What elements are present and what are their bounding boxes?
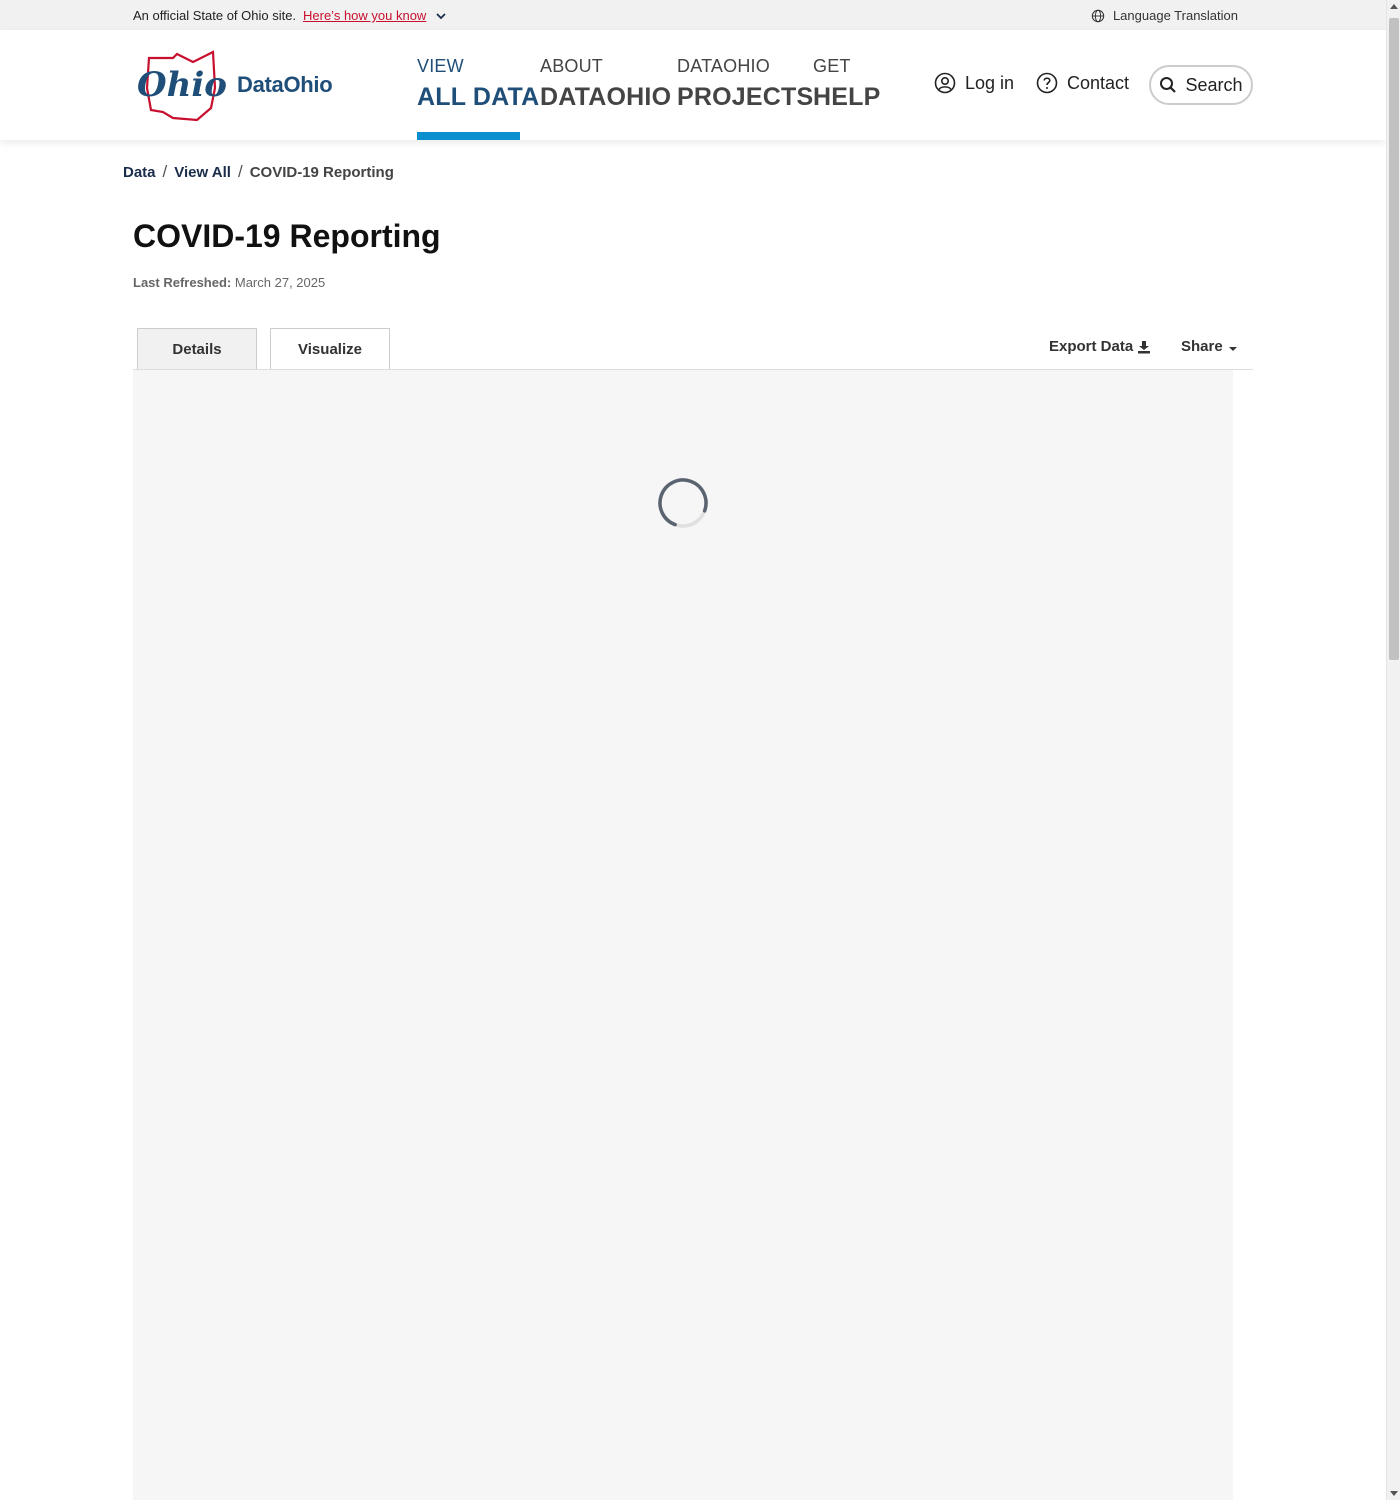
nav-item-small: GET: [813, 56, 851, 76]
ohio-logo-icon: Ohio: [137, 50, 227, 122]
ohio-script-text: Ohio: [137, 65, 227, 105]
tab-visualize[interactable]: Visualize: [270, 328, 390, 370]
contact-button[interactable]: Contact: [1036, 72, 1129, 94]
nav-get-help[interactable]: GET HELP: [813, 56, 880, 112]
export-data-button[interactable]: Export Data: [1049, 338, 1151, 355]
gov-banner: An official State of Ohio site. Here’s h…: [0, 0, 1386, 30]
breadcrumb-separator: /: [162, 162, 168, 181]
loading-spinner-icon: [658, 478, 708, 528]
chevron-down-icon[interactable]: [435, 10, 447, 22]
page-title: COVID-19 Reporting: [133, 218, 441, 254]
export-data-label: Export Data: [1049, 338, 1134, 355]
tab-details[interactable]: Details: [137, 328, 257, 370]
login-button[interactable]: Log in: [934, 72, 1014, 94]
last-refreshed-label: Last Refreshed:: [133, 275, 232, 290]
nav-item-big: HELP: [813, 83, 881, 111]
share-label: Share: [1181, 338, 1223, 355]
search-button[interactable]: Search: [1149, 65, 1253, 105]
download-icon: [1138, 340, 1151, 353]
breadcrumb: Data / View All / COVID-19 Reporting: [123, 162, 394, 182]
page-scrollbar[interactable]: [1386, 0, 1400, 1500]
nav-dataohio-projects[interactable]: DATAOHIO PROJECTS: [677, 56, 813, 112]
nav-active-indicator: [417, 132, 520, 140]
nav-item-small: DATAOHIO: [677, 56, 770, 76]
language-translation-label: Language Translation: [1112, 8, 1238, 23]
nav-item-big: DATAOHIO: [540, 83, 672, 111]
search-label: Search: [1185, 74, 1243, 95]
breadcrumb-current: COVID-19 Reporting: [249, 163, 394, 181]
dataohio-logo[interactable]: Ohio DataOhio: [133, 48, 338, 122]
last-refreshed-value: March 27, 2025: [234, 275, 326, 290]
login-label: Log in: [965, 72, 1015, 93]
gov-banner-text: An official State of Ohio site.: [133, 8, 297, 23]
search-icon: [1160, 77, 1177, 93]
language-translation-button[interactable]: Language Translation: [1091, 8, 1238, 23]
nav-item-big: PROJECTS: [677, 83, 814, 111]
question-circle-icon: [1036, 72, 1058, 94]
breadcrumb-data[interactable]: Data: [123, 164, 156, 181]
scrollbar-thumb[interactable]: [1389, 18, 1399, 660]
caret-down-icon: [1228, 346, 1237, 351]
dataohio-logo-text: DataOhio: [237, 72, 333, 97]
nav-item-small: ABOUT: [540, 56, 604, 76]
nav-item-small: VIEW: [417, 56, 464, 76]
nav-item-big: ALL DATA: [417, 83, 540, 111]
nav-about-dataohio[interactable]: ABOUT DATAOHIO: [540, 56, 671, 112]
last-refreshed: Last Refreshed: March 27, 2025: [133, 275, 325, 290]
globe-icon: [1091, 9, 1105, 22]
heres-how-you-know-link[interactable]: Here’s how you know: [303, 8, 426, 23]
scroll-down-arrow-icon[interactable]: [1390, 1491, 1398, 1496]
breadcrumb-separator: /: [237, 162, 243, 181]
contact-label: Contact: [1067, 72, 1130, 93]
nav-view-all-data[interactable]: VIEW ALL DATA: [417, 56, 539, 112]
site-header: Ohio DataOhio VIEW ALL DATA ABOUT DATAOH…: [0, 30, 1386, 140]
scroll-up-arrow-icon[interactable]: [1390, 4, 1398, 9]
share-button[interactable]: Share: [1181, 338, 1237, 355]
visualization-panel: [133, 370, 1233, 1500]
user-circle-icon: [934, 72, 956, 94]
breadcrumb-view-all[interactable]: View All: [174, 164, 231, 181]
